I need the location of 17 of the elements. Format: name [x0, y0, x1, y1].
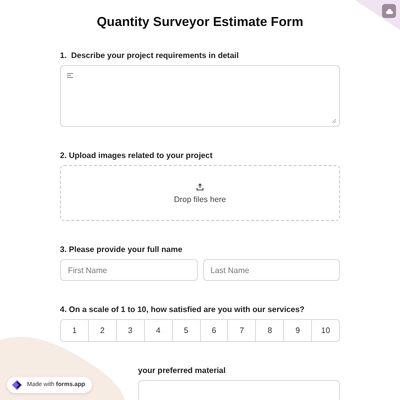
question-label: 4. On a scale of 1 to 10, how satisfied are you with our services? [60, 305, 306, 314]
paragraph-icon [67, 73, 73, 79]
resize-handle-icon[interactable] [332, 119, 336, 123]
question-label: 1. Describe your project requirements in detail [60, 51, 240, 60]
question-label: your preferred material [138, 366, 227, 375]
cloud-icon [386, 8, 392, 14]
question-label: 2. Upload images related to your project [60, 151, 214, 160]
cloud-button[interactable] [382, 4, 396, 18]
select-field[interactable] [138, 380, 340, 400]
logo-icon [11, 380, 23, 390]
file-drop-zone[interactable]: Drop files here [60, 165, 340, 221]
name-field[interactable]: Last Name [202, 259, 340, 281]
upload-icon [196, 182, 204, 190]
question-label: 3. Please provide your full name [60, 245, 184, 254]
name-field[interactable]: First Name [60, 259, 198, 281]
scale-option[interactable]: 10 [311, 320, 339, 341]
form-title: Quantity Surveyor Estimate Form [96, 14, 304, 29]
